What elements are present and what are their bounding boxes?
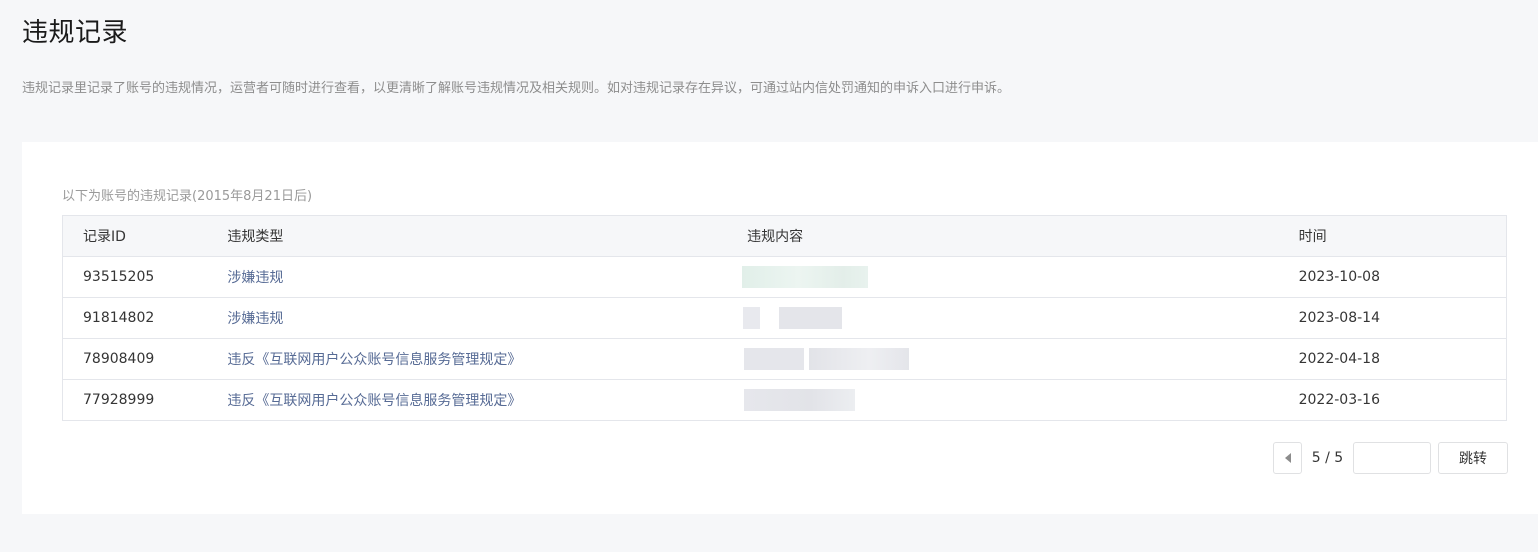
violation-type-link[interactable]: 涉嫌违规 [227,256,748,298]
violation-type-link[interactable]: 涉嫌违规 [227,297,748,339]
records-card: 以下为账号的违规记录(2015年8月21日后) 记录ID 违规类型 违规内容 时… [22,142,1538,514]
table-caption: 以下为账号的违规记录(2015年8月21日后) [62,189,313,204]
record-id: 77928999 [62,379,228,421]
table-row: 78908409 违反《互联网用户公众账号信息服务管理规定》 2022-04-1… [62,338,1507,380]
violation-content-redacted [744,338,1299,380]
redacted-block [744,348,805,370]
header-violation-type: 违规类型 [227,215,748,257]
table-header-row: 记录ID 违规类型 违规内容 时间 [62,215,1507,257]
page-indicator: 5 / 5 [1311,450,1344,466]
redacted-block [779,307,843,329]
violation-content-redacted [744,379,1299,421]
page-description: 违规记录里记录了账号的违规情况，运营者可随时进行查看，以更清晰了解账号违规情况及… [22,81,1011,96]
redacted-block [809,348,910,370]
violation-content-redacted [743,297,1299,339]
violation-content-redacted [742,256,1299,298]
record-time: 2023-10-08 [1298,256,1507,298]
page-title: 违规记录 [22,18,129,48]
violation-type-link[interactable]: 违反《互联网用户公众账号信息服务管理规定》 [227,379,748,421]
table-row: 77928999 违反《互联网用户公众账号信息服务管理规定》 2022-03-1… [62,379,1507,421]
header-violation-content: 违规内容 [747,215,1299,257]
redacted-block [743,307,761,329]
redacted-block [744,389,856,411]
prev-page-button[interactable] [1273,442,1302,474]
table-row: 91814802 涉嫌违规 2023-08-14 [62,297,1507,339]
redacted-content [743,307,1298,329]
redacted-content [744,389,1298,411]
violation-type-link[interactable]: 违反《互联网用户公众账号信息服务管理规定》 [227,338,748,380]
redacted-block [742,266,869,288]
redacted-content [744,348,1298,370]
violation-records-table: 记录ID 违规类型 违规内容 时间 93515205 涉嫌违规 2023-10-… [62,215,1507,421]
record-time: 2022-04-18 [1298,338,1507,380]
page-jump-input[interactable] [1353,442,1431,474]
header-record-id: 记录ID [62,215,228,257]
jump-button[interactable]: 跳转 [1438,442,1508,474]
record-id: 78908409 [62,338,228,380]
record-time: 2023-08-14 [1298,297,1507,339]
pagination: 5 / 5 跳转 [1273,442,1508,474]
header-time: 时间 [1298,215,1507,257]
redacted-content [742,266,1298,288]
table-row: 93515205 涉嫌违规 2023-10-08 [62,256,1507,298]
record-id: 93515205 [62,256,228,298]
caret-left-icon [1284,453,1291,463]
record-time: 2022-03-16 [1298,379,1507,421]
record-id: 91814802 [62,297,228,339]
